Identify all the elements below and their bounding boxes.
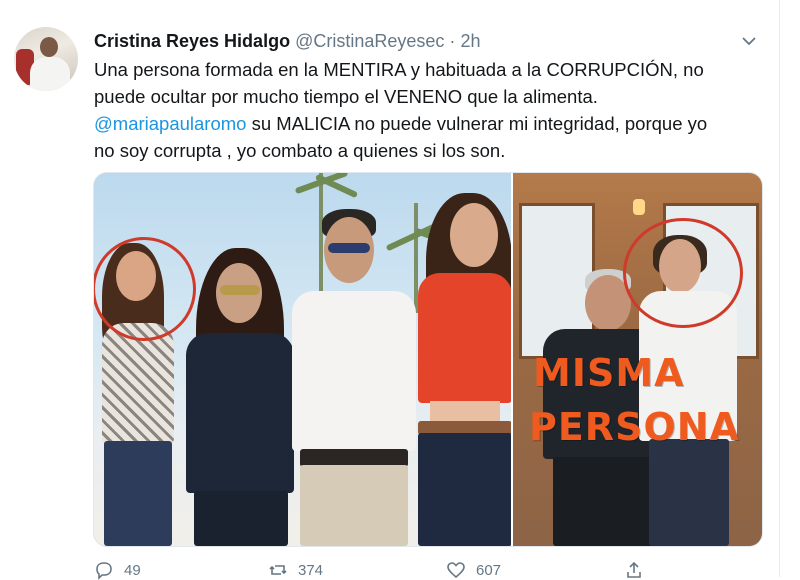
tweet-text-line: no soy corrupta , yo combato a quienes s… — [94, 140, 506, 161]
highlight-circle — [623, 218, 743, 328]
retweet-button[interactable]: 374 — [268, 560, 323, 580]
meeting-photo: MISMA PERSONA — [513, 173, 762, 546]
share-icon — [627, 561, 641, 578]
tweet-timestamp[interactable]: 2h — [460, 31, 480, 51]
sunglasses — [328, 243, 370, 253]
chevron-down-icon[interactable] — [740, 32, 758, 50]
reply-icon — [96, 562, 112, 580]
retweet-icon — [269, 565, 287, 575]
tweet-actions: 49 374 607 — [94, 560, 694, 580]
like-button[interactable]: 607 — [446, 560, 501, 580]
sunglasses — [220, 285, 260, 295]
header-separator: · — [449, 31, 456, 51]
midriff — [430, 401, 500, 423]
tweet-text-fragment: su MALICIA no puede vulnerar mi integrid… — [246, 113, 708, 134]
group-photo — [94, 173, 511, 546]
tweet-header: Cristina Reyes Hidalgo @CristinaReyesec … — [94, 30, 480, 52]
heart-icon — [447, 562, 465, 579]
overlay-text: MISMA — [533, 351, 685, 395]
highlight-circle — [94, 237, 196, 341]
tweet-media[interactable]: MISMA PERSONA — [93, 172, 763, 547]
tweet-text-line: puede ocultar por mucho tiempo el VENENO… — [94, 86, 598, 107]
author-name[interactable]: Cristina Reyes Hidalgo — [94, 31, 290, 51]
reply-button[interactable]: 49 — [94, 560, 141, 580]
overlay-text: PERSONA — [529, 405, 740, 449]
tweet-card[interactable]: Cristina Reyes Hidalgo @CristinaReyesec … — [0, 0, 780, 580]
tweet-text-line: @mariapaularomo su MALICIA no puede vuln… — [94, 110, 764, 137]
reply-count: 49 — [124, 561, 141, 579]
share-button[interactable] — [624, 560, 644, 580]
wall-lamp — [633, 199, 645, 215]
author-handle[interactable]: @CristinaReyesec — [295, 31, 444, 51]
tweet-text: Una persona formada en la MENTIRA y habi… — [94, 56, 764, 164]
mention-link[interactable]: @mariapaularomo — [94, 113, 246, 134]
avatar-body — [30, 57, 70, 91]
avatar-head — [40, 37, 58, 57]
avatar[interactable] — [14, 27, 78, 91]
tweet-text-line: Una persona formada en la MENTIRA y habi… — [94, 59, 704, 80]
like-count: 607 — [476, 561, 502, 579]
retweet-count: 374 — [298, 561, 324, 579]
